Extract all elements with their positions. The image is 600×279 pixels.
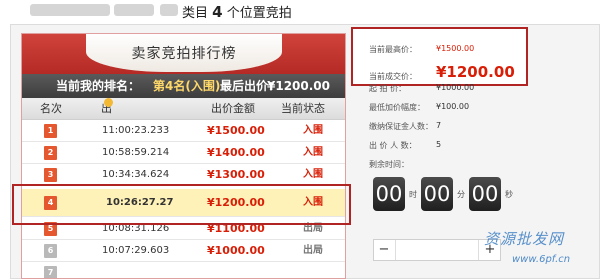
bid-status: 出局 [303, 245, 323, 256]
bid-status: 入围 [303, 147, 323, 158]
table-row: 7 [22, 262, 345, 278]
current-high-value: ¥1500.00 [436, 44, 475, 53]
title-suffix: 个位置竞拍 [226, 6, 292, 21]
column-header-status: 当前状态 [281, 102, 325, 115]
start-price-label: 起 拍 价： [369, 84, 407, 93]
current-high-price: 当前最高价： ¥1500.00 [369, 44, 474, 55]
bid-amount: ¥1000.00 [207, 244, 265, 257]
ranking-table-header: 名次 出价时间 出价金额 当前状态 [22, 98, 345, 181]
rank-badge-icon: 7 [44, 266, 57, 278]
deposit-payers-value: 7 [436, 121, 442, 130]
bid-amount: ¥1300.00 [207, 168, 265, 181]
timer-seconds: 00 [469, 177, 501, 211]
current-deal-value: ¥1200.00 [436, 63, 515, 81]
blurred-text [160, 4, 178, 16]
rank-badge-icon: 6 [44, 244, 57, 258]
timer-hours-unit: 时 [409, 190, 417, 199]
bid-amount-input[interactable] [395, 240, 479, 260]
title-count: 4 [212, 3, 223, 21]
bid-status: 入围 [303, 169, 323, 180]
column-header-rank: 名次 [40, 102, 62, 115]
blurred-text [30, 4, 110, 16]
remaining-time-label: 剩余时间： [369, 160, 409, 169]
info-icon[interactable] [104, 98, 113, 107]
title-prefix: 类目 [182, 6, 209, 21]
bidders-label: 出 价 人 数： [369, 141, 417, 150]
my-rank-label: 当前我的排名： [56, 79, 141, 93]
deposit-payers-label: 缴纳保证金人数： [369, 122, 433, 131]
timer-hours: 00 [373, 177, 405, 211]
ranking-ribbon: 卖家竞拍排行榜 [22, 34, 345, 74]
bid-time: 10:34:34.624 [102, 169, 170, 180]
table-row: 1 11:00:23.233 ¥1500.00 入围 [22, 120, 345, 142]
site-watermark: 资源批发网 [484, 230, 565, 248]
current-deal-label: 当前成交价： [369, 72, 417, 81]
table-row: 6 10:07:29.603 ¥1000.00 出局 [22, 240, 345, 262]
current-deal-price: 当前成交价： ¥1200.00 [369, 63, 515, 81]
min-increment-label: 最低加价幅度： [369, 103, 425, 112]
min-increment: 最低加价幅度： ¥100.00 [369, 102, 469, 113]
bid-amount-stepper: − + [373, 239, 501, 261]
start-price-value: ¥1000.00 [436, 83, 475, 92]
page-title: 类目 4 个位置竞拍 [182, 2, 292, 21]
rank-badge-icon: 3 [44, 168, 57, 182]
bid-status: 入围 [303, 125, 323, 136]
bidders-value: 5 [436, 140, 442, 149]
bid-amount: ¥1500.00 [207, 124, 265, 137]
page-header: 类目 4 个位置竞拍 [0, 0, 600, 24]
table-row: 2 10:58:59.214 ¥1400.00 入围 [22, 142, 345, 164]
bidder-count: 出 价 人 数： 5 [369, 140, 441, 151]
bid-time: 10:07:29.603 [102, 245, 170, 256]
rank-badge-icon: 1 [44, 124, 57, 138]
min-increment-value: ¥100.00 [436, 102, 470, 111]
timer-minutes-unit: 分 [457, 190, 465, 199]
bid-time: 10:58:59.214 [102, 147, 170, 158]
timer-minutes: 00 [421, 177, 453, 211]
timer-seconds-unit: 秒 [505, 190, 513, 199]
rank-badge-icon: 2 [44, 146, 57, 160]
last-bid-value: ¥1200.00 [267, 79, 331, 93]
table-row: 3 10:34:34.624 ¥1300.00 入围 [22, 164, 345, 186]
my-rank-value: 第4名(入围) [153, 79, 221, 93]
column-header-amount: 出价金额 [211, 102, 255, 115]
decrement-button[interactable]: − [374, 240, 394, 260]
current-user-highlight-frame [12, 184, 351, 225]
ranking-title: 卖家竞拍排行榜 [131, 46, 237, 62]
deposit-payers: 缴纳保证金人数： 7 [369, 121, 441, 132]
ranking-panel: 卖家竞拍排行榜 当前我的排名： 第4名(入围) 最后出价： ¥1200.00 名… [21, 33, 346, 279]
current-high-label: 当前最高价： [369, 45, 417, 54]
start-price: 起 拍 价： ¥1000.00 [369, 83, 474, 94]
my-rank-summary: 当前我的排名： 第4名(入围) 最后出价： ¥1200.00 [22, 74, 345, 98]
bid-time: 11:00:23.233 [102, 125, 170, 136]
bid-amount: ¥1400.00 [207, 146, 265, 159]
ranking-title-tab: 卖家竞拍排行榜 [86, 34, 282, 72]
site-watermark-url: www.6pf.cn [512, 254, 571, 265]
blurred-text [114, 4, 154, 16]
